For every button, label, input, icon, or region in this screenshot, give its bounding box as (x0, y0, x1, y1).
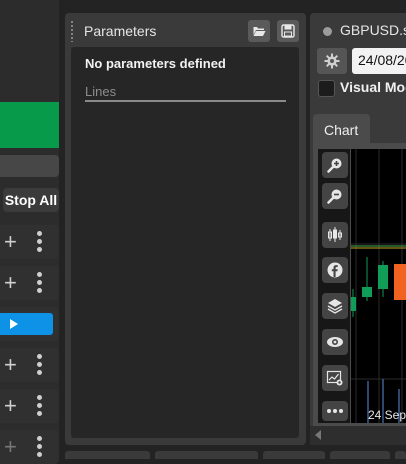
bot-row[interactable]: + (0, 389, 59, 423)
bot-row[interactable]: + (0, 225, 59, 259)
save-icon (281, 24, 295, 38)
more-menu-icon[interactable] (37, 231, 43, 255)
symbol-label[interactable]: GBPUSD.s (340, 22, 406, 38)
layers-button[interactable] (322, 293, 348, 319)
more-menu-icon[interactable] (37, 272, 43, 296)
bot-row[interactable]: + (0, 348, 59, 382)
add-icon[interactable]: + (4, 433, 17, 461)
more-icon (327, 409, 343, 413)
empty-parameters-message: No parameters defined (85, 56, 226, 71)
x-tick-label: 24 Sep (368, 408, 406, 422)
lines-field-underline (85, 100, 286, 102)
bottom-tab[interactable] (330, 451, 390, 459)
parameters-body (71, 47, 299, 438)
visual-mode-label: Visual Mode (340, 79, 406, 95)
price-chart-canvas[interactable]: 24 Sep (351, 149, 406, 423)
facebook-share-button[interactable] (322, 257, 348, 283)
start-date-field[interactable]: 24/08/20 (352, 48, 406, 74)
status-bar-green (0, 102, 59, 148)
candle (351, 289, 356, 317)
sidebar-input-placeholder[interactable] (0, 155, 59, 177)
symbol-status-icon (323, 27, 332, 36)
gear-icon (324, 53, 340, 69)
facebook-icon (327, 262, 343, 278)
add-icon[interactable]: + (4, 269, 17, 297)
stop-all-button[interactable]: Stop All (3, 188, 59, 212)
bottom-tab[interactable] (395, 451, 406, 459)
candle (362, 257, 372, 301)
bottom-tab[interactable] (263, 451, 325, 459)
visual-mode-checkbox[interactable] (318, 80, 335, 97)
chart-settings-icon (326, 370, 343, 386)
drag-handle[interactable] (70, 20, 74, 42)
zoom-out-button[interactable] (322, 183, 348, 209)
zoom-in-icon (327, 158, 342, 173)
chart-horizontal-scrollbar[interactable] (310, 426, 406, 445)
lines-field-label[interactable]: Lines (85, 84, 116, 99)
bottom-tab[interactable] (155, 451, 258, 459)
tab-chart[interactable]: Chart (313, 114, 370, 144)
bot-row[interactable]: + (0, 266, 59, 300)
more-tools-button[interactable] (322, 401, 348, 421)
parameters-title: Parameters (84, 23, 157, 39)
zoom-in-button[interactable] (322, 152, 348, 178)
bottom-tab[interactable] (65, 451, 150, 459)
candlestick-icon (328, 227, 342, 242)
settings-button[interactable] (317, 48, 347, 74)
save-button[interactable] (277, 20, 299, 42)
add-icon[interactable]: + (4, 228, 17, 256)
price-chart[interactable]: 24 Sep (351, 149, 406, 423)
layers-icon (327, 299, 343, 314)
visibility-button[interactable] (322, 329, 348, 355)
play-button[interactable] (0, 313, 53, 335)
zoom-out-icon (327, 189, 342, 204)
scroll-left-icon[interactable] (315, 430, 321, 440)
open-folder-button[interactable] (248, 20, 270, 42)
more-menu-icon[interactable] (37, 395, 43, 419)
candle (394, 264, 406, 300)
candlestick-button[interactable] (322, 222, 348, 248)
add-icon[interactable]: + (4, 351, 17, 379)
more-menu-icon[interactable] (37, 436, 43, 460)
eye-icon (327, 337, 343, 347)
chart-settings-button[interactable] (322, 365, 348, 391)
add-icon[interactable]: + (4, 392, 17, 420)
more-menu-icon[interactable] (37, 354, 43, 378)
folder-open-icon (253, 27, 266, 36)
